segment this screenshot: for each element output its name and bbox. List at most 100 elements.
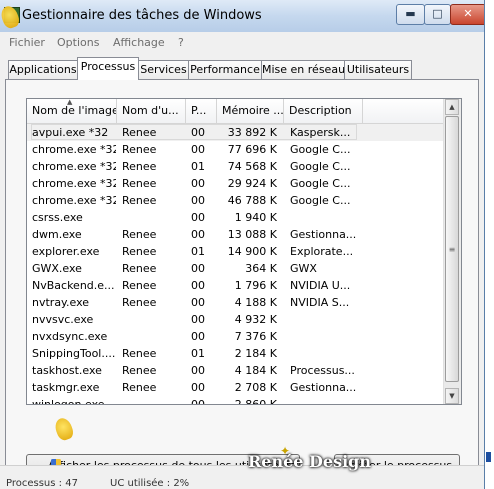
cell-user-name: Renee [122, 381, 157, 394]
cell-cpu: 01 [191, 245, 205, 258]
cell-image-name: explorer.exe [32, 245, 100, 258]
menu-options[interactable]: Options [57, 36, 99, 49]
cell-image-name: winlogon.exe [32, 398, 105, 405]
cell-user-name: Renee [122, 245, 157, 258]
tab-utilisateurs[interactable]: Utilisateurs [344, 60, 412, 79]
table-row[interactable]: avpui.exe *32 Renee 00 33 892 K Kaspersk... [27, 124, 443, 141]
tab-area: Applications Processus Services Performa… [0, 52, 484, 489]
column-memory[interactable]: Mémoire ... [217, 99, 284, 123]
table-row[interactable]: GWX.exe Renee 00 364 K GWX [27, 260, 443, 277]
status-bar: Processus : 47 UC utilisée : 2% [0, 465, 484, 489]
cell-memory: 77 696 K [227, 143, 277, 156]
cell-memory: 1 796 K [234, 279, 277, 292]
cell-image-name: nvxdsync.exe [32, 330, 108, 343]
table-row[interactable]: winlogon.exe 00 2 860 K [27, 396, 443, 405]
tab-applications[interactable]: Applications [8, 60, 78, 79]
cell-memory: 2 708 K [234, 381, 277, 394]
table-row[interactable]: chrome.exe *32 Renee 00 29 924 K Google C... [27, 175, 443, 192]
table-row[interactable]: explorer.exe Renee 01 14 900 K Explorate... [27, 243, 443, 260]
column-image-name[interactable]: ▲ Nom de l'image [27, 99, 117, 123]
process-rows: avpui.exe *32 Renee 00 33 892 K Kaspersk... c… [27, 124, 443, 405]
tab-performance[interactable]: Performance [188, 60, 262, 79]
cell-memory: 4 184 K [234, 364, 277, 377]
cell-image-name: nvvsvc.exe [32, 313, 94, 326]
cell-memory: 13 088 K [227, 228, 277, 241]
cell-description [290, 311, 358, 328]
task-manager-window: Gestionnaire des tâches de Windows ▬ □ ✕… [0, 0, 485, 489]
status-cpu-usage: UC utilisée : 2% [110, 478, 190, 489]
cell-image-name: csrss.exe [32, 211, 83, 224]
cell-description: Gestionna... [290, 381, 357, 394]
window-title: Gestionnaire des tâches de Windows [22, 8, 262, 23]
cell-image-name: taskmgr.exe [32, 381, 100, 394]
cell-user-name: Renee [122, 126, 157, 139]
cell-image-name: NvBackend.e... [32, 279, 115, 292]
cell-cpu: 01 [191, 160, 205, 173]
table-row[interactable]: nvxdsync.exe 00 7 376 K [27, 328, 443, 345]
cell-cpu: 00 [191, 228, 205, 241]
menu-help[interactable]: ? [178, 36, 184, 49]
table-row[interactable]: csrss.exe 00 1 940 K [27, 209, 443, 226]
cell-memory: 14 900 K [227, 245, 277, 258]
column-user-name[interactable]: Nom d'u... [117, 99, 186, 123]
scroll-down-icon[interactable]: ▼ [445, 388, 459, 404]
cell-description: Processus... [290, 364, 355, 377]
cell-cpu: 00 [191, 194, 205, 207]
cell-user-name: Renee [122, 347, 157, 360]
title-bar[interactable]: Gestionnaire des tâches de Windows ▬ □ ✕ [0, 0, 484, 32]
close-button[interactable]: ✕ [450, 4, 484, 25]
cell-description: NVIDIA U... [290, 279, 351, 292]
column-description[interactable]: Description [284, 99, 363, 123]
cell-user-name: Renee [122, 177, 157, 190]
tab-services[interactable]: Services [138, 60, 189, 79]
cell-description [290, 396, 358, 404]
table-row[interactable]: chrome.exe *32 Renee 00 77 696 K Google C... [27, 141, 443, 158]
menu-affichage[interactable]: Affichage [113, 36, 165, 49]
cell-memory: 7 376 K [234, 330, 277, 343]
cell-description [290, 328, 358, 345]
cell-memory: 46 788 K [227, 194, 277, 207]
vertical-scrollbar[interactable]: ▲ ≡ ▼ [443, 99, 461, 404]
table-row[interactable]: taskhost.exe Renee 00 4 184 K Processus... [27, 362, 443, 379]
process-list[interactable]: ▲ Nom de l'image Nom d'u... P... Mémoire… [26, 98, 462, 405]
cell-memory: 1 940 K [234, 211, 277, 224]
cell-image-name: chrome.exe *32 [32, 177, 116, 190]
cell-cpu: 00 [191, 313, 205, 326]
cell-user-name: Renee [122, 279, 157, 292]
cell-memory: 2 860 K [234, 398, 277, 405]
cell-user-name: Renee [122, 228, 157, 241]
menu-fichier[interactable]: Fichier [9, 36, 45, 49]
table-row[interactable]: dwm.exe Renee 00 13 088 K Gestionna... [27, 226, 443, 243]
column-cpu[interactable]: P... [186, 99, 217, 123]
table-row[interactable]: NvBackend.e... Renee 00 1 796 K NVIDIA U... [27, 277, 443, 294]
cell-image-name: SnippingTool.... [32, 347, 116, 360]
cell-description: Google C... [290, 177, 351, 190]
cell-description: Google C... [290, 143, 351, 156]
cell-memory: 4 188 K [234, 296, 277, 309]
scroll-up-icon[interactable]: ▲ [445, 99, 459, 115]
cell-user-name: Renee [122, 364, 157, 377]
cell-cpu: 00 [191, 398, 205, 405]
minimize-button[interactable]: ▬ [396, 4, 425, 25]
tab-processus[interactable]: Processus [77, 57, 139, 80]
cell-memory: 33 892 K [227, 126, 277, 139]
table-row[interactable]: chrome.exe *32 Renee 01 74 568 K Google C... [27, 158, 443, 175]
table-row[interactable]: chrome.exe *32 Renee 00 46 788 K Google C... [27, 192, 443, 209]
tab-mise-en-reseau[interactable]: Mise en réseau [261, 60, 345, 79]
scroll-thumb[interactable]: ≡ [445, 116, 459, 382]
cell-description: GWX [290, 262, 317, 275]
column-header-row: ▲ Nom de l'image Nom d'u... P... Mémoire… [27, 99, 443, 124]
table-row[interactable]: nvtray.exe Renee 00 4 188 K NVIDIA S... [27, 294, 443, 311]
table-row[interactable]: nvvsvc.exe 00 4 932 K [27, 311, 443, 328]
table-row[interactable]: SnippingTool.... Renee 01 2 184 K [27, 345, 443, 362]
cell-image-name: avpui.exe *32 [32, 126, 109, 139]
cell-cpu: 00 [191, 381, 205, 394]
sort-ascending-icon: ▲ [67, 99, 73, 106]
cell-memory: 74 568 K [227, 160, 277, 173]
maximize-button[interactable]: □ [424, 4, 451, 25]
cell-image-name: chrome.exe *32 [32, 143, 116, 156]
status-process-count: Processus : 47 [6, 478, 78, 489]
cell-user-name [122, 311, 182, 328]
table-row[interactable]: taskmgr.exe Renee 00 2 708 K Gestionna... [27, 379, 443, 396]
cell-user-name: Renee [122, 160, 157, 173]
